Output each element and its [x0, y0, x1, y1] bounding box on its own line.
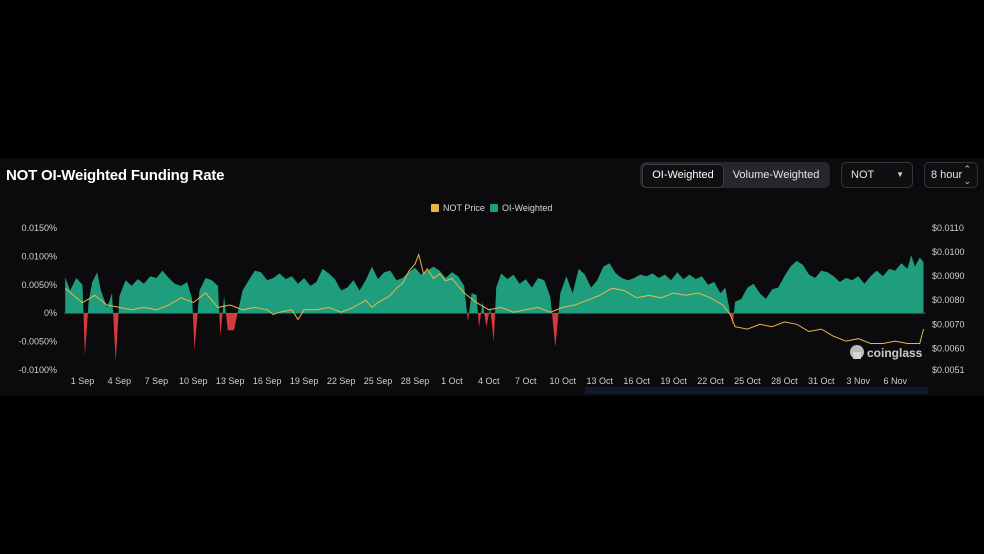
legend-label-price: NOT Price — [443, 203, 485, 213]
chart-legend: NOT Price OI-Weighted — [0, 203, 984, 215]
interval-select[interactable]: 8 hour ⌃ ⌄ — [924, 162, 978, 188]
legend-item-oi[interactable]: OI-Weighted — [490, 203, 552, 213]
interval-select-value: 8 hour — [931, 169, 963, 181]
legend-swatch-price — [431, 204, 439, 212]
symbol-select-value: NOT — [851, 169, 875, 181]
weighting-toggle: OI-Weighted Volume-Weighted — [640, 162, 830, 188]
caret-down-icon: ▼ — [896, 170, 904, 179]
chart-panel — [0, 158, 984, 396]
volume-weighted-tab[interactable]: Volume-Weighted — [726, 164, 826, 186]
legend-swatch-oi — [490, 204, 498, 212]
legend-label-oi: OI-Weighted — [502, 203, 553, 213]
up-down-chevron-icon: ⌃ ⌄ — [963, 164, 971, 186]
symbol-select[interactable]: NOT ▼ — [841, 162, 913, 188]
oi-weighted-tab[interactable]: OI-Weighted — [642, 164, 724, 188]
legend-item-price[interactable]: NOT Price — [431, 203, 485, 213]
page-title: NOT OI-Weighted Funding Rate — [6, 167, 225, 184]
